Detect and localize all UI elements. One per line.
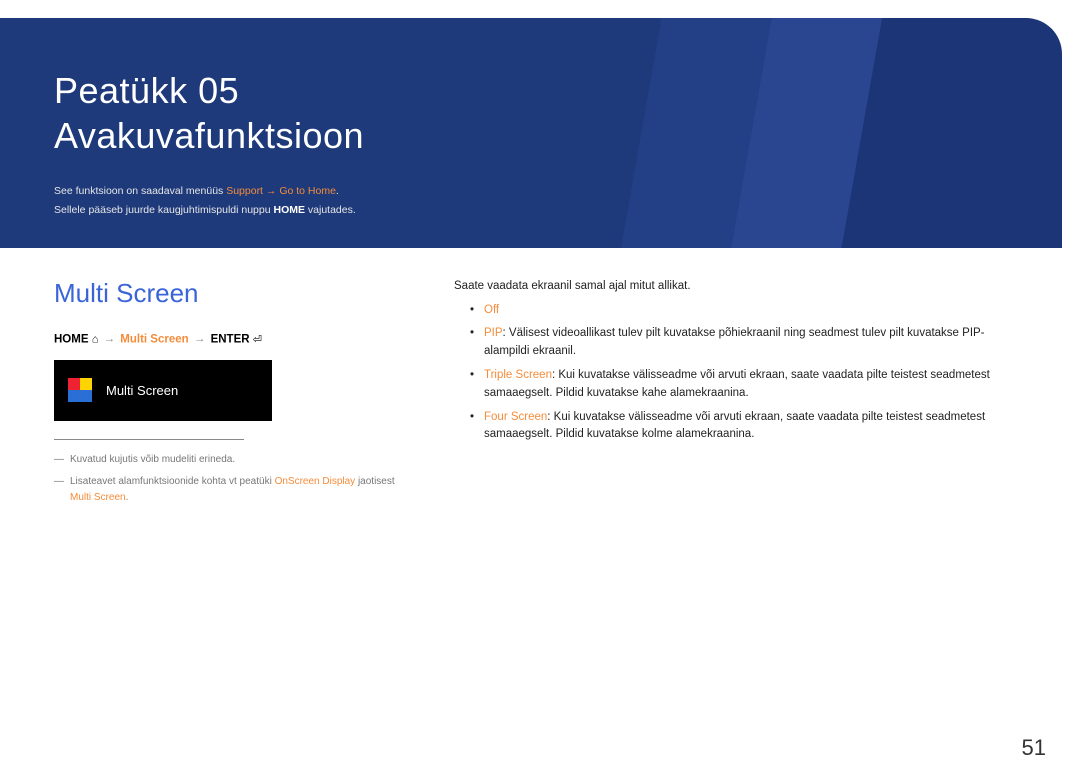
chapter-heading: Peatükk 05 Avakuvafunktsioon — [54, 68, 1008, 158]
intro-bold: HOME — [274, 204, 306, 216]
banner-intro: See funktsioon on saadaval menüüs Suppor… — [54, 182, 1008, 220]
left-column: Multi Screen HOME ⌂ → Multi Screen → ENT… — [54, 278, 414, 512]
option-text: : Kui kuvatakse välisseadme või arvuti e… — [484, 369, 990, 399]
chapter-title: Avakuvafunktsioon — [54, 115, 364, 156]
chapter-label: Peatükk 05 — [54, 70, 239, 111]
option-text: : Välisest videoallikast tulev pilt kuva… — [484, 327, 985, 357]
intro-text: . — [336, 185, 339, 197]
chapter-banner: Peatükk 05 Avakuvafunktsioon See funktsi… — [0, 18, 1062, 248]
preview-box: Multi Screen — [54, 360, 272, 421]
path-mid: Multi Screen — [120, 333, 188, 345]
note-text: Kuvatud kujutis võib mudeliti erineda. — [70, 452, 235, 468]
arrow-icon: → — [102, 333, 118, 345]
enter-icon: ⏎ — [253, 334, 262, 346]
dash-icon: ― — [54, 452, 64, 468]
section-title: Multi Screen — [54, 278, 414, 309]
list-item-four: Four Screen: Kui kuvatakse välisseadme v… — [454, 409, 1026, 445]
right-column: Saate vaadata ekraanil samal ajal mitut … — [454, 278, 1026, 512]
arrow-icon: → — [192, 333, 208, 345]
divider — [54, 439, 244, 440]
note-highlight: Multi Screen — [70, 492, 126, 503]
menu-path: HOME ⌂ → Multi Screen → ENTER ⏎ — [54, 333, 414, 346]
notes: ― Kuvatud kujutis võib mudeliti erineda.… — [54, 452, 414, 506]
option-text: : Kui kuvatakse välisseadme või arvuti e… — [484, 411, 985, 441]
intro-text: Sellele pääseb juurde kaugjuhtimispuldi … — [54, 204, 274, 216]
page-number: 51 — [1022, 735, 1046, 761]
content-area: Multi Screen HOME ⌂ → Multi Screen → ENT… — [0, 248, 1080, 512]
option-label: Off — [484, 304, 499, 316]
note-text: Lisateavet alamfunktsioonide kohta vt pe… — [70, 474, 414, 506]
intro-paragraph: Saate vaadata ekraanil samal ajal mitut … — [454, 278, 1026, 296]
list-item-off: Off — [454, 302, 1026, 320]
multiscreen-icon — [68, 378, 92, 402]
intro-text: vajutades. — [305, 204, 356, 216]
intro-highlight: Support → Go to Home — [226, 185, 336, 197]
home-icon: ⌂ — [92, 333, 99, 345]
list-item-pip: PIP: Välisest videoallikast tulev pilt k… — [454, 325, 1026, 361]
option-label: PIP — [484, 327, 503, 339]
option-label: Four Screen — [484, 411, 547, 423]
preview-label: Multi Screen — [106, 383, 178, 398]
dash-icon: ― — [54, 474, 64, 506]
options-list: Off PIP: Välisest videoallikast tulev pi… — [454, 302, 1026, 445]
option-label: Triple Screen — [484, 369, 552, 381]
list-item-triple: Triple Screen: Kui kuvatakse välisseadme… — [454, 367, 1026, 403]
intro-text: See funktsioon on saadaval menüüs — [54, 185, 226, 197]
path-enter: ENTER — [211, 333, 250, 345]
path-home: HOME — [54, 333, 89, 345]
note-highlight: OnScreen Display — [275, 476, 356, 487]
